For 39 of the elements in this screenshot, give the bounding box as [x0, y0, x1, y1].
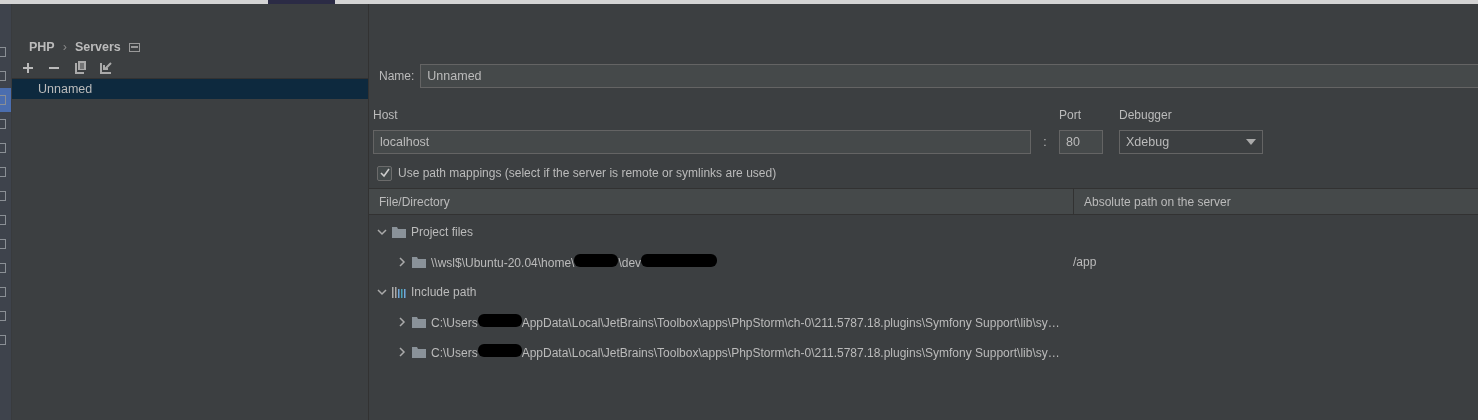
server-path: /app [1073, 255, 1097, 269]
server-list-item[interactable]: Unnamed [12, 79, 368, 99]
host-label: Host [373, 108, 399, 122]
redaction-mark [477, 314, 522, 327]
breadcrumb-separator: › [62, 40, 67, 54]
folder-icon [412, 316, 426, 328]
tree-item-label: Project files [411, 225, 474, 239]
name-field[interactable]: Unnamed [420, 64, 1478, 88]
breadcrumb-item: PHP [29, 40, 55, 54]
column-header[interactable]: File/Directory [369, 189, 1073, 214]
column-header[interactable]: Absolute path on the server [1073, 189, 1478, 214]
debugger-dropdown[interactable]: Xdebug [1119, 130, 1263, 154]
tree-item-label: C:\Users [431, 316, 478, 330]
folder-icon [392, 226, 406, 238]
tree-item-label: AppData\Local\JetBrains\Toolbox\apps\PhpStorm\ch-0\211.5787.18.plugins\Symfony Support\lib\sy… [521, 346, 1060, 360]
redaction-mark [477, 344, 522, 357]
host-field[interactable]: localhost [373, 130, 1031, 154]
debugger-label: Debugger [1119, 108, 1173, 122]
add-icon[interactable] [20, 60, 36, 76]
folder-icon [412, 256, 426, 268]
port-label: Port [1059, 108, 1082, 122]
tree-item-label: C:\Users [431, 346, 478, 360]
path-mappings-label: Use path mappings (select if the server is remote or symlinks are used) [398, 166, 777, 180]
import-icon[interactable] [98, 60, 114, 76]
dropdown-caret-icon [1246, 139, 1256, 145]
tree-item-label: AppData\Local\JetBrains\Toolbox\apps\PhpStorm\ch-0\211.5787.18.plugins\Symfony Support\lib\sy… [521, 316, 1060, 330]
redaction-mark [574, 254, 619, 267]
project-scope-icon [128, 42, 140, 52]
folder-icon [412, 346, 426, 358]
port-field[interactable]: 80 [1059, 130, 1103, 154]
library-icon [392, 286, 406, 298]
name-label: Name: [379, 69, 415, 83]
breadcrumb-item: Servers [74, 40, 121, 54]
port-separator: : [1042, 135, 1048, 149]
tree-item-label: \dev [618, 256, 642, 270]
path-mappings-checkbox[interactable] [377, 165, 392, 181]
copy-icon[interactable] [72, 60, 88, 76]
tree-item-label: \\wsl$\Ubuntu-20.04\home\ [431, 256, 575, 270]
tree-item-label: Include path [411, 285, 477, 299]
